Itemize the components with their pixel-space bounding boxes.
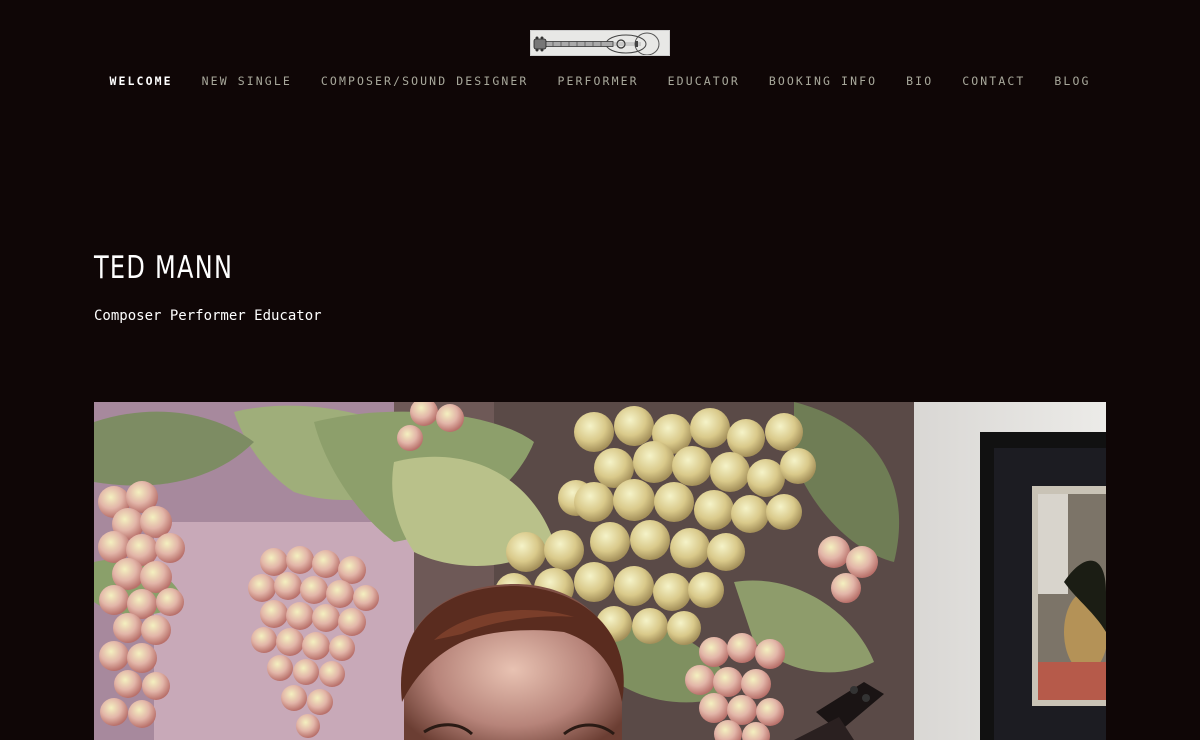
page-title: TED MANN [94, 250, 234, 286]
nav-item-educator[interactable]: EDUCATOR [668, 72, 740, 90]
nav-item-composer-sound-designer[interactable]: COMPOSER/SOUND DESIGNER [321, 72, 529, 90]
hero-image [94, 402, 1106, 740]
nav-item-new-single[interactable]: NEW SINGLE [202, 72, 292, 90]
nav-item-blog[interactable]: BLOG [1054, 72, 1090, 90]
page-subtitle: Composer Performer Educator [94, 308, 322, 324]
guitar-icon [531, 31, 669, 55]
nav-item-performer[interactable]: PERFORMER [557, 72, 638, 90]
nav-item-contact[interactable]: CONTACT [962, 72, 1025, 90]
site-logo[interactable] [530, 30, 670, 56]
nav-item-welcome[interactable]: WELCOME [109, 72, 172, 90]
nav-item-bio[interactable]: BIO [906, 72, 933, 90]
main-nav: WELCOME NEW SINGLE COMPOSER/SOUND DESIGN… [0, 72, 1200, 90]
nav-item-booking-info[interactable]: BOOKING INFO [769, 72, 877, 90]
